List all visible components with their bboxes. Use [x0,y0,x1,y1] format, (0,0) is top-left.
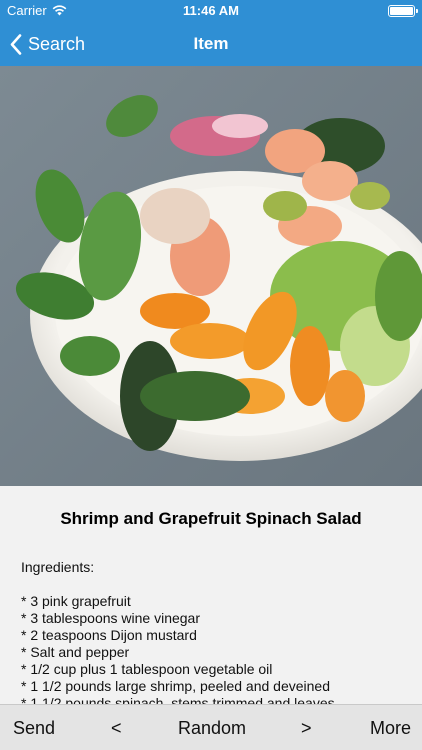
salad-photo [0,66,422,486]
ingredient-item: * 3 pink grapefruit [21,593,131,609]
recipe-title: Shrimp and Grapefruit Spinach Salad [60,509,362,528]
send-button[interactable]: Send [13,718,55,739]
recipe-photo [0,66,422,486]
recipe-content: Shrimp and Grapefruit Spinach Salad Ingr… [0,486,422,704]
ingredient-item: * 3 tablespoons wine vinegar [21,610,201,626]
next-button[interactable]: > [301,718,312,739]
navigation-bar: Search Item [0,22,422,66]
ingredients-heading: Ingredients: [21,559,95,575]
battery-icon [388,5,418,17]
clock: 11:46 AM [183,3,239,18]
battery-fill [390,7,413,15]
more-button[interactable]: More [370,718,411,739]
previous-button[interactable]: < [111,718,122,739]
ingredient-item: * Salt and pepper [21,644,130,660]
ingredient-item: * 1 1/2 pounds spinach, stems trimmed an… [21,695,335,704]
status-bar: Carrier 11:46 AM [0,0,422,22]
ingredient-item: * 1 1/2 pounds large shrimp, peeled and … [21,678,330,694]
page-title: Item [193,34,229,53]
random-button[interactable]: Random [178,718,246,739]
ingredient-item: * 2 teaspoons Dijon mustard [21,627,197,643]
ingredient-list: * 3 pink grapefruit * 3 tablespoons wine… [21,593,335,704]
ingredient-item: * 1/2 cup plus 1 tablespoon vegetable oi… [21,661,273,677]
bottom-toolbar: Send < Random > More [0,704,422,750]
